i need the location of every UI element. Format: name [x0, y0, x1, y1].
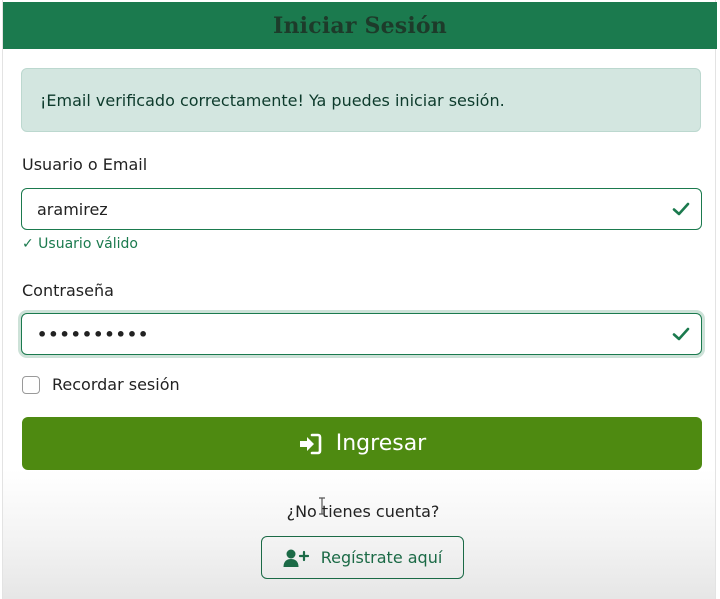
- password-input[interactable]: ••••••••••: [21, 313, 702, 355]
- username-input[interactable]: aramirez: [21, 188, 702, 230]
- login-button[interactable]: Ingresar: [22, 417, 702, 470]
- no-account-text: ¿No tienes cuenta?: [286, 502, 440, 521]
- password-label: Contraseña: [22, 281, 114, 300]
- login-card: Iniciar Sesión ¡Email verificado correct…: [2, 0, 717, 599]
- check-icon: [672, 202, 690, 216]
- register-button[interactable]: Regístrate aquí: [261, 536, 464, 579]
- sign-in-icon: [299, 433, 322, 454]
- check-icon: [672, 327, 690, 341]
- text-cursor-icon: [319, 497, 325, 515]
- remember-checkbox[interactable]: [22, 375, 40, 394]
- username-valid-feedback: ✓ Usuario válido: [22, 236, 138, 252]
- alert-message: ¡Email verificado correctamente! Ya pued…: [40, 90, 505, 110]
- username-value: aramirez: [37, 199, 108, 219]
- card-header: Iniciar Sesión: [3, 2, 717, 49]
- page-title: Iniciar Sesión: [273, 12, 447, 39]
- password-value: ••••••••••: [37, 324, 150, 344]
- login-button-label: Ingresar: [335, 431, 427, 456]
- username-label: Usuario o Email: [22, 155, 148, 174]
- user-plus-icon: [283, 549, 309, 567]
- success-alert: ¡Email verificado correctamente! Ya pued…: [21, 68, 701, 132]
- remember-label[interactable]: Recordar sesión: [52, 375, 180, 394]
- remember-row: Recordar sesión: [22, 375, 180, 394]
- register-button-label: Regístrate aquí: [320, 548, 443, 567]
